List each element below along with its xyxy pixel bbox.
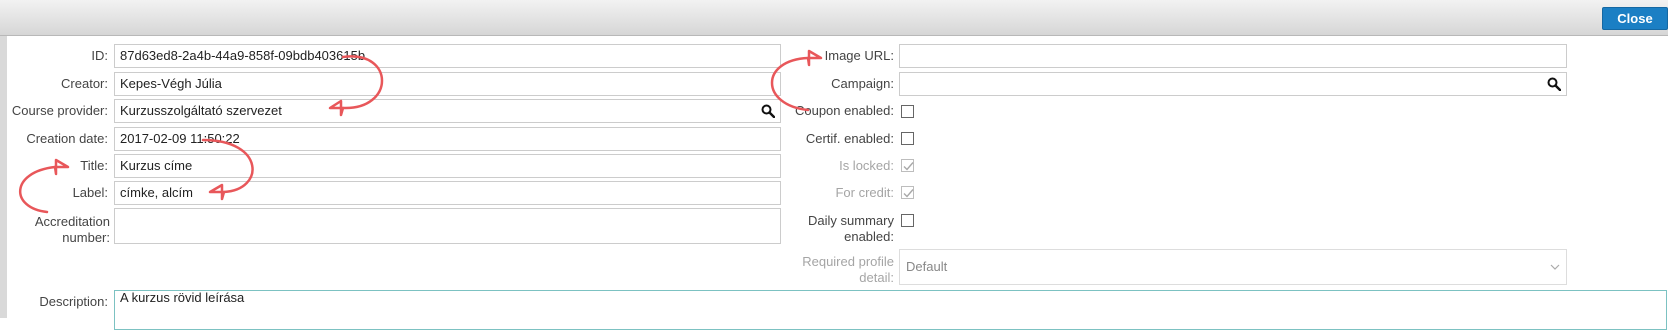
coupon-enabled-checkbox[interactable] <box>901 105 914 118</box>
required-profile-label-line2: detail: <box>859 270 894 285</box>
left-scroll-edge <box>0 36 7 318</box>
checkmark-icon <box>903 162 914 171</box>
daily-summary-label-line2: enabled: <box>844 229 894 244</box>
coupon-enabled-label: Coupon enabled: <box>794 103 894 118</box>
title-field[interactable]: Kurzus címe <box>114 154 781 178</box>
certif-enabled-label: Certif. enabled: <box>805 131 894 146</box>
description-label: Description: <box>39 294 108 309</box>
creation-date-label: Creation date: <box>26 131 108 146</box>
id-field[interactable]: 87d63ed8-2a4b-44a9-858f-09bdb403615b <box>114 44 781 68</box>
image-url-label: Image URL: <box>824 48 894 63</box>
is-locked-checkbox <box>901 159 914 172</box>
required-profile-label-line1: Required profile <box>802 254 894 269</box>
is-locked-label: Is locked: <box>839 158 894 173</box>
description-text: A kurzus rövid leírása <box>120 290 245 305</box>
creator-label: Creator: <box>61 76 108 91</box>
accreditation-label-line2: number: <box>62 230 110 245</box>
creation-date-field[interactable]: 2017-02-09 11:50:22 <box>114 127 781 151</box>
required-profile-detail-select[interactable]: Default <box>899 249 1567 285</box>
label-label: Label: <box>72 185 108 200</box>
chevron-down-icon <box>1550 264 1560 270</box>
title-label: Title: <box>80 158 108 173</box>
dialog-header-bar: Close <box>0 0 1668 36</box>
required-profile-selected-value: Default <box>906 259 948 274</box>
campaign-label: Campaign: <box>831 76 894 91</box>
label-field[interactable]: címke, alcím <box>114 181 781 205</box>
daily-summary-enabled-label: Daily summary enabled: <box>780 213 894 245</box>
close-button[interactable]: Close <box>1602 7 1668 30</box>
accreditation-number-field[interactable] <box>114 208 781 244</box>
search-icon[interactable] <box>761 104 775 118</box>
course-provider-field[interactable]: Kurzusszolgáltató szervezet <box>114 99 781 123</box>
campaign-field[interactable] <box>899 72 1567 96</box>
required-profile-detail-label: Required profile detail: <box>780 254 894 286</box>
course-provider-label: Course provider: <box>11 103 108 118</box>
accreditation-label-line1: Accreditation <box>34 214 110 229</box>
for-credit-label: For credit: <box>835 185 894 200</box>
certif-enabled-checkbox[interactable] <box>901 132 914 145</box>
description-editor[interactable]: A kurzus rövid leírása <box>114 290 1667 330</box>
course-provider-value: Kurzusszolgáltató szervezet <box>120 103 282 118</box>
image-url-field[interactable] <box>899 44 1567 68</box>
accreditation-number-label: Accreditation number: <box>8 214 110 246</box>
for-credit-checkbox <box>901 186 914 199</box>
search-icon[interactable] <box>1547 77 1561 91</box>
checkmark-icon <box>903 189 914 198</box>
daily-summary-label-line1: Daily summary <box>808 213 894 228</box>
creator-field[interactable]: Kepes-Végh Júlia <box>114 72 781 96</box>
daily-summary-checkbox[interactable] <box>901 214 914 227</box>
id-label: ID: <box>91 48 108 63</box>
